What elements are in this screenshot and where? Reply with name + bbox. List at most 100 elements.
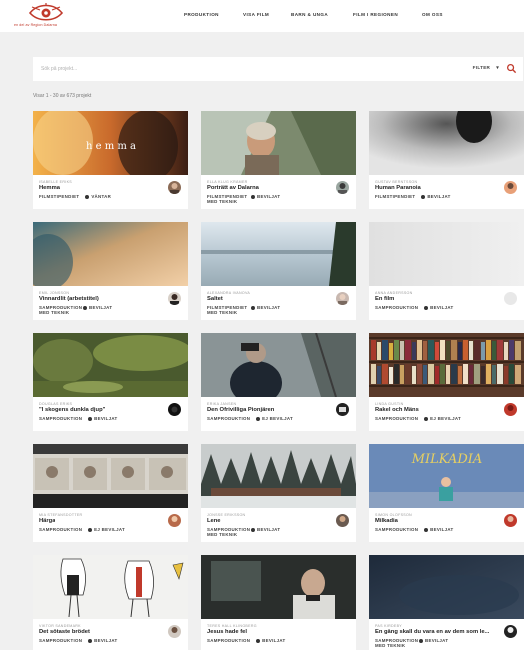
project-thumbnail <box>33 333 188 397</box>
card-category: FILMSTIPENDIET <box>39 194 80 199</box>
filter-button[interactable]: FILTER ▾ <box>473 65 499 71</box>
card-title: Rakel och Mäns <box>375 407 419 413</box>
project-card-en-gang[interactable]: Pas Kirdeby En gång skall du vara en av … <box>369 555 524 650</box>
project-thumbnail <box>33 555 188 619</box>
project-card-hemma[interactable]: h e m m a Isabelle Eriks Hemma FILMSTIPE… <box>33 111 188 209</box>
card-status: BEVILJAT <box>262 638 286 643</box>
search-input[interactable] <box>41 62 341 76</box>
status-dot-icon <box>424 305 429 310</box>
project-card-human-paranoia[interactable]: Gustav Berntsson Human Paranoia FILMSTIP… <box>369 111 524 209</box>
project-card-milkadia[interactable]: MILKADIA Simon Olofsson Milkadia SAMPROD… <box>369 444 524 542</box>
project-card-brodet[interactable]: Viktor Sandemark Det sötaste brödet SAMP… <box>33 555 188 650</box>
card-status: EJ BEVILJAT <box>94 527 125 532</box>
status-dot-icon <box>251 527 255 532</box>
nav-film-i-regionen[interactable]: FILM I REGIONEN <box>353 12 398 17</box>
card-status: BEVILJAT <box>257 305 281 310</box>
status-dot-icon <box>88 527 93 532</box>
project-thumbnail <box>369 111 524 175</box>
status-dot-icon <box>83 305 87 310</box>
card-title: Milkadia <box>375 518 398 524</box>
card-director: Viktor Sandemark <box>39 624 81 628</box>
filter-label: FILTER <box>472 65 491 70</box>
project-card-vinnardlit[interactable]: Emil Jonsson Vinnardlit (arbetstitel) SA… <box>33 222 188 320</box>
card-status: EJ BEVILJAT <box>430 416 461 421</box>
avatar <box>504 292 517 305</box>
card-status: BEVILJAT <box>94 638 118 643</box>
card-director: Isabelle Eriks <box>39 180 72 184</box>
card-meta: FILMSTIPENDIET MED TEKNIK BEVILJAT <box>207 305 335 315</box>
card-status: EJ BEVILJAT <box>262 416 293 421</box>
card-category: SAMPRODUKTION <box>39 527 83 532</box>
card-meta: SAMPRODUKTION EJ BEVILJAT <box>375 416 503 421</box>
project-thumbnail <box>369 555 524 619</box>
card-status: BEVILJAT <box>257 527 281 532</box>
status-dot-icon <box>419 638 423 643</box>
card-director: Teres Hall Klingberg <box>207 624 257 628</box>
card-director: Mia Stefansdotter <box>39 513 83 517</box>
card-status: BEVILJAT <box>430 305 454 310</box>
avatar <box>168 181 181 194</box>
card-title: Härga <box>39 518 56 524</box>
status-dot-icon <box>424 416 429 421</box>
status-dot-icon <box>421 194 426 199</box>
card-meta: SAMPRODUKTION BEVILJAT <box>375 527 503 532</box>
project-thumbnail <box>369 333 524 397</box>
project-thumbnail <box>201 444 356 508</box>
card-category: SAMPRODUKTION MED TEKNIK <box>207 527 251 537</box>
card-meta: SAMPRODUKTION BEVILJAT <box>207 638 335 643</box>
project-card-saltet[interactable]: Alexandra Ivanova Saltet FILMSTIPENDIET … <box>201 222 356 320</box>
nav-visa-film[interactable]: VISA FILM <box>243 12 269 17</box>
nav-produktion[interactable]: PRODUKTION <box>184 12 219 17</box>
card-category: SAMPRODUKTION <box>39 638 83 643</box>
project-card-rakel[interactable]: Linda Gustin Rakel och Mäns SAMPRODUKTIO… <box>369 333 524 431</box>
card-director: Anna Andersson <box>375 291 413 295</box>
card-category: SAMPRODUKTION <box>375 416 419 421</box>
card-title: Det sötaste brödet <box>39 629 90 635</box>
card-status: VÄNTAR <box>91 194 112 199</box>
project-thumbnail <box>201 111 356 175</box>
project-card-portratt[interactable]: Ella Klug Krämer Porträtt av Dalarna FIL… <box>201 111 356 209</box>
project-card-en-film[interactable]: Anna Andersson En film SAMPRODUKTION BEVI… <box>369 222 524 320</box>
card-meta: SAMPRODUKTION MED TEKNIK BEVILJAT <box>375 638 503 648</box>
card-meta: SAMPRODUKTION EJ BEVILJAT <box>39 527 167 532</box>
card-meta: SAMPRODUKTION MED TEKNIK BEVILJAT <box>207 527 335 537</box>
project-thumbnail <box>201 555 356 619</box>
project-card-skogens[interactable]: Douglas Eriks "I skogens dunkla djup" SA… <box>33 333 188 431</box>
avatar <box>504 625 517 638</box>
project-card-lene[interactable]: Jonsse Eriksson Lene SAMPRODUKTION MED T… <box>201 444 356 542</box>
card-category: FILMSTIPENDIET MED TEKNIK <box>207 194 248 204</box>
project-thumbnail: MILKADIA <box>369 444 524 508</box>
card-title: Jesus hade fel <box>207 629 247 635</box>
card-category: SAMPRODUKTION <box>207 638 251 643</box>
project-thumbnail <box>369 222 524 286</box>
card-meta: SAMPRODUKTION MED TEKNIK BEVILJAT <box>39 305 167 315</box>
chevron-down-icon: ▾ <box>496 65 499 71</box>
project-thumbnail <box>201 333 356 397</box>
nav-barn-unga[interactable]: BARN & UNGA <box>291 12 328 17</box>
card-category: SAMPRODUKTION MED TEKNIK <box>375 638 419 648</box>
card-director: Douglas Eriks <box>39 402 73 406</box>
card-meta: SAMPRODUKTION EJ BEVILJAT <box>207 416 335 421</box>
card-director: Simon Olofsson <box>375 513 412 517</box>
logo-eye-icon[interactable] <box>28 2 64 24</box>
card-director: Gustav Berntsson <box>375 180 418 184</box>
card-category: FILMSTIPENDIET <box>375 194 416 199</box>
nav-om-oss[interactable]: OM OSS <box>422 12 443 17</box>
avatar <box>336 292 349 305</box>
search-icon[interactable] <box>506 63 517 74</box>
card-director: Jonsse Eriksson <box>207 513 246 517</box>
project-card-pionjaren[interactable]: Erika Jansen Den Ofrivilliga Pionjären S… <box>201 333 356 431</box>
avatar <box>168 403 181 416</box>
card-meta: FILMSTIPENDIET BEVILJAT <box>375 194 503 199</box>
card-title: En gång skall du vara en av dem som le..… <box>375 629 490 635</box>
card-category: SAMPRODUKTION <box>375 305 419 310</box>
card-director: Linda Gustin <box>375 402 404 406</box>
card-category: SAMPRODUKTION <box>39 416 83 421</box>
card-meta: FILMSTIPENDIET MED TEKNIK BEVILJAT <box>207 194 335 204</box>
status-dot-icon <box>88 638 93 643</box>
thumbnail-text: MILKADIA <box>411 452 483 467</box>
results-count: Visar 1 - 30 av 673 projekt <box>33 93 92 99</box>
project-card-harga[interactable]: Mia Stefansdotter Härga SAMPRODUKTION EJ … <box>33 444 188 542</box>
thumbnail-text: h e m m a <box>86 141 136 152</box>
project-card-jesus-hade-fel[interactable]: Teres Hall Klingberg Jesus hade fel SAMP… <box>201 555 356 650</box>
